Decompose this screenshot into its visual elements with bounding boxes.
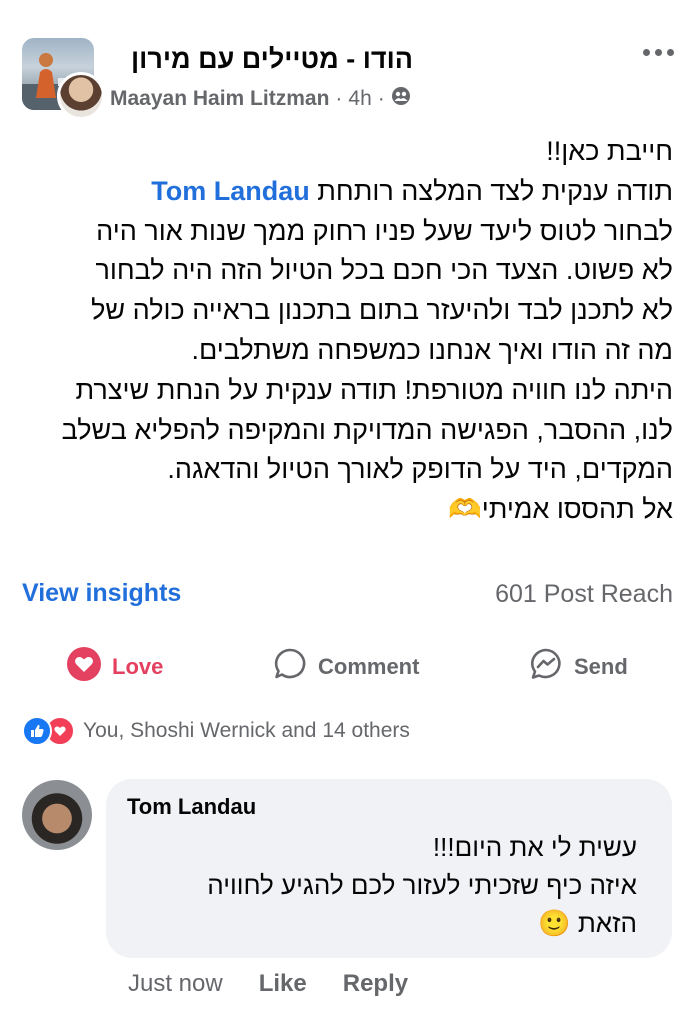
post-line: לא פשוט. הצעד הכי חכם בכל הטיול הזה היה … (95, 255, 673, 286)
mention-link[interactable]: Tom Landau (151, 176, 310, 206)
commenter-avatar[interactable] (22, 780, 92, 850)
comment-time: Just now (128, 970, 223, 997)
post-line: חייבת כאן!! (546, 136, 673, 166)
more-options-icon[interactable] (638, 40, 678, 64)
post-line: לבחור לטוס ליעד שעל פניו רחוק ממך שנות א… (96, 215, 673, 246)
post-line: היתה לנו חוויה מטורפת! תודה ענקית על הנח… (75, 374, 673, 405)
post-line: אל תהססו אמיתי🫶 (448, 494, 673, 525)
comment-label: Comment (318, 654, 420, 679)
send-button[interactable]: Send (528, 648, 628, 686)
group-name[interactable]: הודו - מטיילים עם מירון (131, 44, 413, 75)
post-line: מה זה הודו ואיך אנחנו כמשפחה משתלבים. (191, 334, 673, 365)
comment-line: עשית לי את היום!!! (432, 832, 637, 862)
heart-hands-emoji: 🫶 (448, 494, 482, 525)
post-time[interactable]: 4h (348, 87, 371, 111)
view-insights-link[interactable]: View insights (22, 579, 181, 608)
comment-button[interactable]: Comment (272, 648, 419, 686)
user-avatar[interactable] (57, 72, 105, 120)
post-line: לא לתכנן לבד ולהיעזר בתום בתכנון בראייה … (91, 295, 673, 326)
privacy-group-icon (391, 86, 411, 112)
messenger-icon (528, 646, 564, 688)
meta-separator: · (377, 87, 385, 110)
post-meta: Maayan Haim Litzman · 4h · (110, 86, 411, 112)
love-button[interactable]: Love (66, 646, 164, 688)
smile-emoji: 🙂 (538, 908, 571, 938)
post-body: חייבת כאן!! תודה ענקית לצד המלצה רותחת T… (13, 132, 673, 530)
post-reach: 601 Post Reach (495, 580, 673, 608)
love-icon (66, 646, 102, 688)
comment-reply-button[interactable]: Reply (343, 970, 408, 998)
post-line: תודה ענקית לצד המלצה רותחת Tom Landau (151, 175, 673, 206)
comment-line: איזה כיף שזכיתי לעזור לכם להגיע לחוויה (207, 870, 637, 900)
reactions-text: You, Shoshi Wernick and 14 others (83, 719, 410, 742)
love-label: Love (112, 654, 164, 679)
comment-icon (272, 646, 308, 688)
author-name[interactable]: Maayan Haim Litzman (110, 87, 329, 111)
reactions-summary[interactable]: You, Shoshi Wernick and 14 others (22, 716, 410, 746)
comment-meta: Just now Like Reply (128, 970, 408, 998)
send-label: Send (574, 654, 628, 679)
comment-like-button[interactable]: Like (259, 970, 307, 998)
post-line: לנו, ההסבר, הפגישה המדויקת והמקיפה להפלי… (61, 414, 673, 445)
comment-line: הזאת 🙂 (538, 908, 637, 938)
post-line: המקדים, היד על הדופק לאורך הטיול והדאגה. (167, 454, 673, 485)
commenter-name[interactable]: Tom Landau (127, 794, 256, 820)
meta-separator: · (335, 87, 343, 110)
comment-text: עשית לי את היום!!! איזה כיף שזכיתי לעזור… (207, 828, 637, 942)
like-icon (22, 716, 52, 746)
